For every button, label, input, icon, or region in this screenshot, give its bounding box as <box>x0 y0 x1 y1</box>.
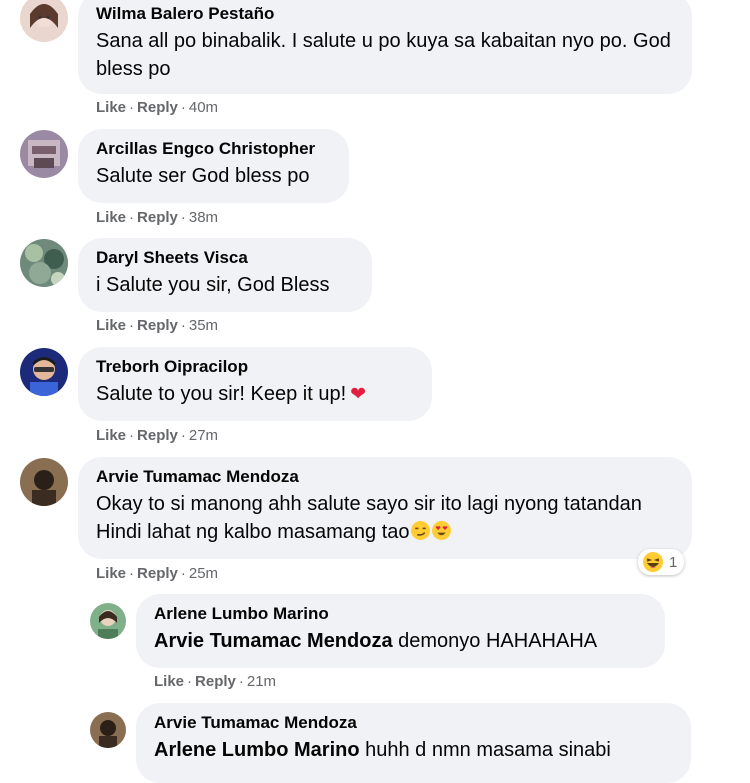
comment-text: Okay to si manong ahh salute sayo sir it… <box>96 493 642 543</box>
comment-bubble: Wilma Balero Pestaño Sana all po binabal… <box>78 0 692 94</box>
reply-button[interactable]: Reply <box>137 317 178 334</box>
heart-emoji: ❤ <box>350 384 367 405</box>
reply-text: Arvie Tumamac Mendoza demonyo HAHAHAHA <box>154 630 598 652</box>
avatar[interactable] <box>90 712 126 748</box>
comment-actions: Like · Reply · 35m <box>96 317 219 334</box>
reply-author[interactable]: Arlene Lumbo Marino <box>154 603 647 625</box>
like-button[interactable]: Like <box>96 317 126 334</box>
comment-bubble: Arcillas Engco Christopher Salute ser Go… <box>78 129 349 203</box>
reply-button[interactable]: Reply <box>137 209 178 226</box>
reply-text: Arlene Lumbo Marino huhh d nmn masama si… <box>154 739 611 761</box>
comment-actions: Like · Reply · 40m <box>96 99 219 116</box>
avatar[interactable] <box>20 239 68 287</box>
like-button[interactable]: Like <box>96 99 126 116</box>
smirk-emoji-icon <box>410 521 430 540</box>
avatar[interactable] <box>20 458 68 506</box>
avatar[interactable] <box>20 348 68 396</box>
avatar[interactable] <box>90 603 126 639</box>
comment-text: Salute ser God bless po <box>96 165 310 187</box>
comment-bubble: Daryl Sheets Visca i Salute you sir, God… <box>78 238 372 312</box>
comment-text: Sana all po binabalik. I salute u po kuy… <box>96 30 671 80</box>
comment-time[interactable]: 35m <box>189 317 218 334</box>
comment-text: i Salute you sir, God Bless <box>96 274 330 296</box>
comment-bubble: Arvie Tumamac Mendoza Okay to si manong … <box>78 457 692 559</box>
reply-button[interactable]: Reply <box>137 99 178 116</box>
comment-text: Salute to you sir! Keep it up! ❤ <box>96 383 367 405</box>
mention-link[interactable]: Arvie Tumamac Mendoza <box>154 630 393 652</box>
reply-button[interactable]: Reply <box>195 673 236 690</box>
like-button[interactable]: Like <box>96 427 126 444</box>
reaction-count: 1 <box>669 553 678 571</box>
comment-author[interactable]: Wilma Balero Pestaño <box>96 3 674 25</box>
comment-time[interactable]: 25m <box>189 565 218 582</box>
reply-actions: Like · Reply · 21m <box>154 673 277 690</box>
comment-author[interactable]: Arcillas Engco Christopher <box>96 138 331 160</box>
reply-button[interactable]: Reply <box>137 565 178 582</box>
reply-bubble: Arvie Tumamac Mendoza Arlene Lumbo Marin… <box>136 703 691 783</box>
like-button[interactable]: Like <box>96 565 126 582</box>
comment-author[interactable]: Arvie Tumamac Mendoza <box>96 466 674 488</box>
reply-time[interactable]: 21m <box>247 673 276 690</box>
comment-time[interactable]: 38m <box>189 209 218 226</box>
like-button[interactable]: Like <box>96 209 126 226</box>
haha-reaction-icon <box>643 552 663 572</box>
avatar[interactable] <box>20 0 68 42</box>
reply-author[interactable]: Arvie Tumamac Mendoza <box>154 712 673 734</box>
comment-time[interactable]: 40m <box>189 99 218 116</box>
comment-author[interactable]: Treborh Oipracilop <box>96 356 414 378</box>
reply-button[interactable]: Reply <box>137 427 178 444</box>
reaction-badge[interactable]: 1 <box>638 549 685 575</box>
reply-bubble: Arlene Lumbo Marino Arvie Tumamac Mendoz… <box>136 594 665 668</box>
avatar[interactable] <box>20 130 68 178</box>
comment-actions: Like · Reply · 27m <box>96 427 219 444</box>
comment-time[interactable]: 27m <box>189 427 218 444</box>
comment-actions: Like · Reply · 38m <box>96 209 219 226</box>
like-button[interactable]: Like <box>154 673 184 690</box>
mention-link[interactable]: Arlene Lumbo Marino <box>154 739 360 761</box>
comment-actions: Like · Reply · 25m <box>96 565 219 582</box>
heart-eyes-emoji-icon <box>431 521 451 540</box>
comment-author[interactable]: Daryl Sheets Visca <box>96 247 354 269</box>
comment-bubble: Treborh Oipracilop Salute to you sir! Ke… <box>78 347 432 421</box>
